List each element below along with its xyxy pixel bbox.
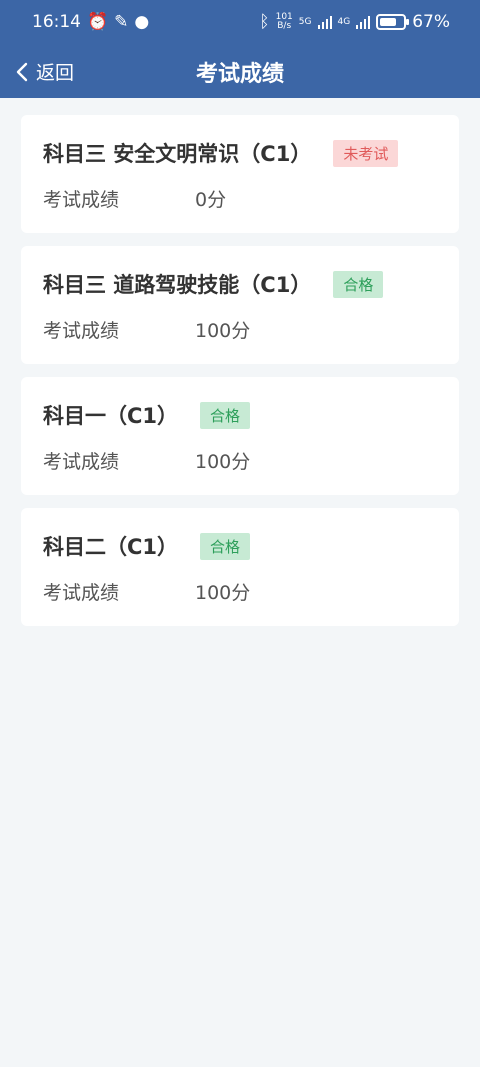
score-label: 考试成绩 [43,189,120,211]
score-card[interactable]: 科目三 安全文明常识（C1） 未考试 考试成绩 0分 [21,115,459,233]
card-title-row: 科目二（C1） 合格 [43,531,251,561]
status-right: ᛒ 101 B/s 5G 4G 67% [259,12,450,32]
battery-percent: 67% [412,12,450,32]
alarm-icon: ⏰ [87,12,109,32]
score-value: 100分 [195,582,251,604]
subject-name: 科目一（C1） [43,404,179,428]
score-card[interactable]: 科目一（C1） 合格 考试成绩 100分 [21,377,459,495]
card-title-row: 科目三 安全文明常识（C1） 未考试 [43,138,399,168]
card-title-row: 科目三 道路驾驶技能（C1） 合格 [43,269,384,299]
score-row: 考试成绩 100分 [43,578,250,605]
app-header: 16:14 ⏰ ✎ ● ᛒ 101 B/s 5G 4G 67% 返回 考试成绩 [0,0,480,98]
card-title-row: 科目一（C1） 合格 [43,400,251,430]
status-badge: 合格 [200,401,251,429]
subject-name: 科目三 安全文明常识（C1） [43,142,312,166]
signal-5g-label: 5G [298,16,312,27]
battery-icon [376,14,410,30]
subject-name: 科目二（C1） [43,535,179,559]
subject-name: 科目三 道路驾驶技能（C1） [43,273,312,297]
signal-4g-icon [356,15,371,29]
signal-5g-icon [317,15,332,29]
score-label: 考试成绩 [43,320,120,342]
nav-bar: 返回 考试成绩 [0,44,480,98]
status-time: 16:14 [32,12,81,32]
bluetooth-icon: ᛒ [259,12,270,32]
status-badge: 未考试 [333,139,399,167]
score-card[interactable]: 科目二（C1） 合格 考试成绩 100分 [21,508,459,626]
wechat-icon: ● [134,12,150,32]
score-label: 考试成绩 [43,582,120,604]
score-row: 考试成绩 100分 [43,316,250,343]
score-row: 考试成绩 100分 [43,447,250,474]
score-list: 科目三 安全文明常识（C1） 未考试 考试成绩 0分 科目三 道路驾驶技能（C1… [21,115,459,639]
status-badge: 合格 [200,532,251,560]
status-left: 16:14 ⏰ ✎ ● [32,12,149,32]
score-value: 0分 [195,189,227,211]
score-value: 100分 [195,320,251,342]
link-icon: ✎ [114,12,129,32]
net-speed-unit: B/s [277,21,292,31]
score-card[interactable]: 科目三 道路驾驶技能（C1） 合格 考试成绩 100分 [21,246,459,364]
score-label: 考试成绩 [43,451,120,473]
page-title: 考试成绩 [195,62,284,87]
score-row: 考试成绩 0分 [43,185,226,212]
score-value: 100分 [195,451,251,473]
status-bar: 16:14 ⏰ ✎ ● ᛒ 101 B/s 5G 4G 67% [0,0,480,44]
net-speed: 101 B/s [276,13,293,31]
status-badge: 合格 [333,270,384,298]
signal-4g-label: 4G [337,16,351,27]
